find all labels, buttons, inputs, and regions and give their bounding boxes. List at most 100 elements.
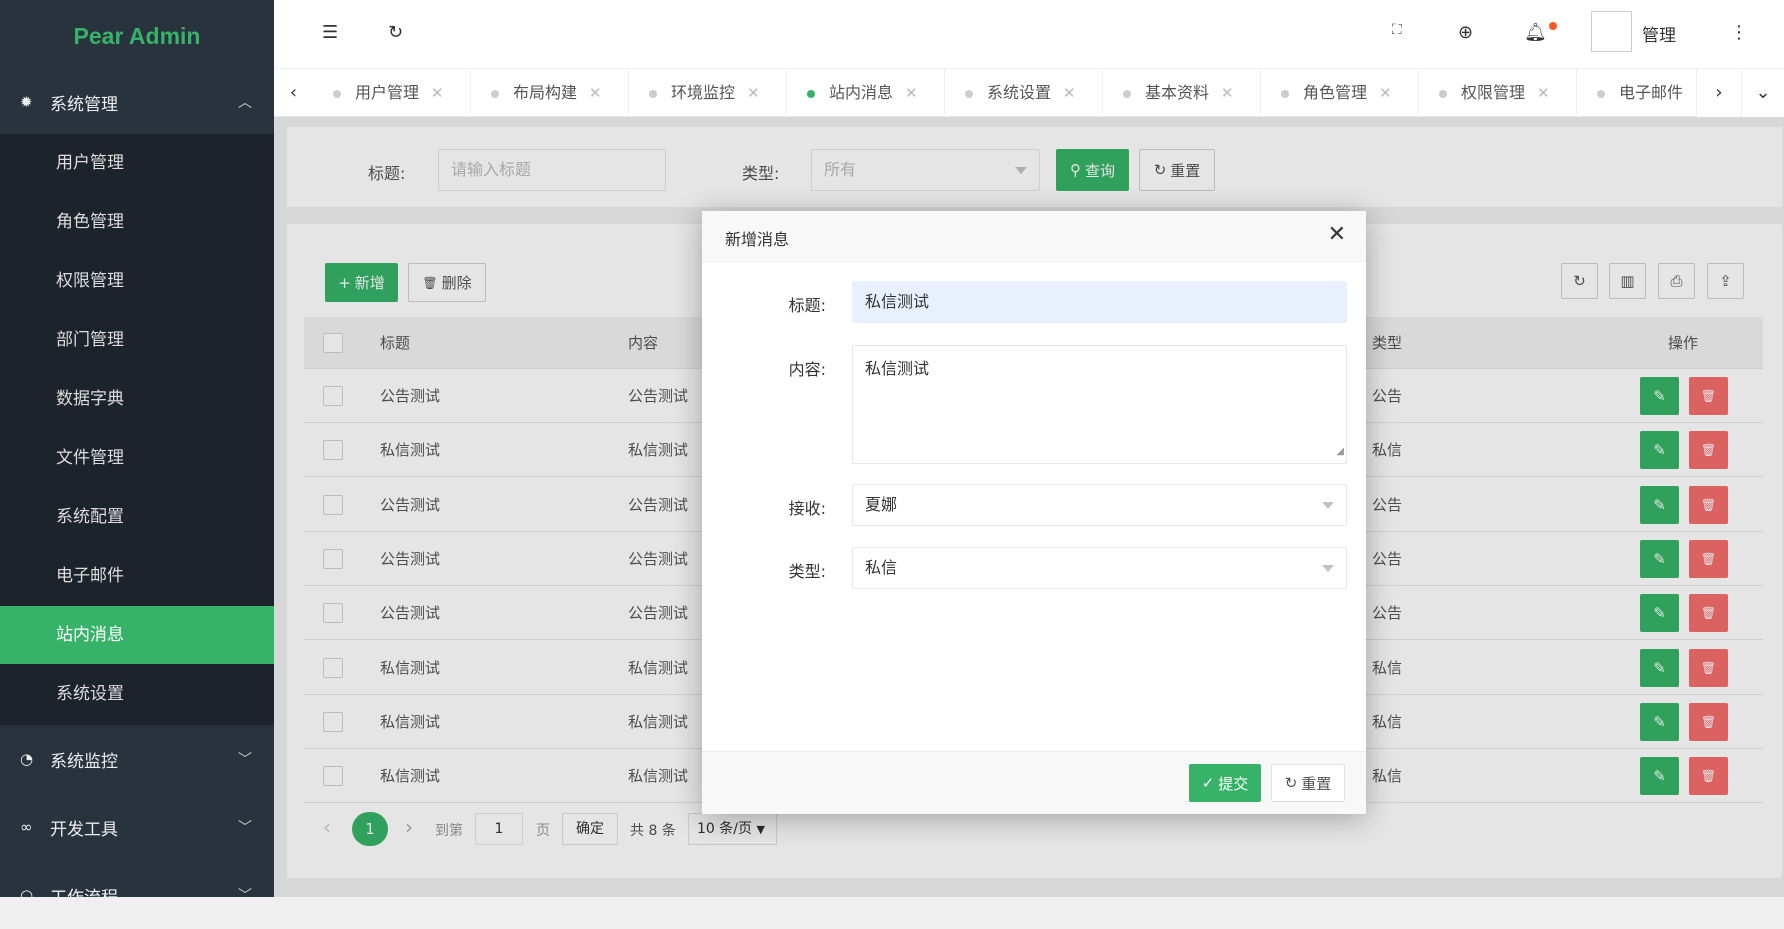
label: 提交 [1218,774,1249,793]
new-message-dialog: 新增消息 ✕ 标题: 私信测试 内容: 私信测试 ◢ 接收: 夏娜 类型: 私信 … [702,211,1366,814]
tab-scroll-left-icon[interactable]: ‹ [274,69,313,117]
sidebar-group-system[interactable]: ✹ 系统管理 ︿ [0,68,274,136]
logo: Pear Admin [73,23,201,49]
tab-label: 布局构建 [513,83,578,102]
sidebar-item-5[interactable]: 数据字典 [0,370,274,428]
menu-collapse-icon[interactable]: ☰ [322,22,338,43]
avatar[interactable] [1591,11,1632,52]
check-icon: ✓ [1201,774,1215,792]
tab-5[interactable]: 系统设置 ✕ [945,69,1103,117]
dev-tools-icon: ∞ [20,818,33,836]
label: 重置 [1301,774,1332,793]
tab-label: 环境监控 [671,83,736,102]
select-value: 夏娜 [865,495,898,514]
tab-label: 权限管理 [1461,83,1526,102]
tab-status-dot [807,89,815,98]
sidebar-group-dev[interactable]: ∞ 开发工具 ﹀ [0,793,274,861]
input-value: 私信测试 [865,292,930,311]
submit-button[interactable]: ✓ 提交 [1189,764,1261,802]
tab-status-dot [649,89,657,98]
top-header: ☰ ↻ ⛶ ⊕ 🔔︎ 管理 ⋮ [274,0,1784,68]
tab-6[interactable]: 基本资料 ✕ [1103,69,1261,117]
dashboard-icon: ◔ [20,750,34,768]
refresh-icon: ↻ [1284,774,1298,792]
chevron-up-icon: ︿ [238,95,252,111]
sidebar-item-7[interactable]: 系统配置 [0,488,274,546]
tab-7[interactable]: 角色管理 ✕ [1261,69,1419,117]
receiver-select[interactable]: 夏娜 [852,484,1347,526]
more-icon[interactable]: ⋮ [1730,22,1748,43]
dialog-title: 新增消息 [725,230,790,249]
chevron-down-icon: ﹀ [238,888,252,904]
tab-label: 基本资料 [1145,83,1210,102]
textarea-value: 私信测试 [865,359,930,378]
receiver-label: 接收: [788,499,826,518]
type-select[interactable]: 私信 [852,547,1347,589]
tab-close-icon[interactable]: ✕ [747,84,760,102]
tab-status-dot [1439,89,1447,98]
title-label: 标题: [788,296,826,315]
sidebar-item-6[interactable]: 文件管理 [0,429,274,487]
sidebar-group-flow[interactable]: ○ 工作流程 ﹀ [0,861,274,929]
tab-close-icon[interactable]: ✕ [589,84,602,102]
tab-close-icon[interactable]: ✕ [431,84,444,102]
tab-status-dot [965,89,973,98]
tab-close-icon[interactable]: ✕ [1537,84,1550,102]
tab-4[interactable]: 站内消息 ✕ [787,69,945,117]
sidebar-group-label: 开发工具 [50,819,118,840]
sidebar-item-9[interactable]: 站内消息 [0,606,274,664]
sidebar-item-1[interactable]: 用户管理 [0,134,274,192]
sidebar-item-8[interactable]: 电子邮件 [0,547,274,605]
sidebar: Pear Admin ✹ 系统管理 ︿ 用户管理 角色管理 权限管理 部门管理 数据字典… [0,0,274,908]
sidebar-group-label: 系统监控 [50,751,118,772]
tab-label: 电子邮件 [1619,83,1684,102]
select-value: 私信 [865,558,898,577]
tab-bar: ‹ 用户管理 ✕ 布局构建 ✕ 环境监控 ✕ 站内消息 ✕ 系统设置 ✕ 基本资料 ✕ 角色管理 ✕ 权限管… [274,68,1784,117]
tab-status-dot [1123,89,1131,98]
globe-icon[interactable]: ⊕ [1458,22,1473,43]
tab-1[interactable]: 用户管理 ✕ [313,69,471,117]
close-icon[interactable]: ✕ [1328,222,1346,247]
fullscreen-icon[interactable]: ⛶ [1392,22,1402,38]
tab-label: 角色管理 [1303,83,1368,102]
title-input[interactable]: 私信测试 [852,281,1347,323]
workflow-icon: ○ [20,886,34,904]
bell-icon[interactable]: 🔔︎ [1524,22,1547,43]
tab-close-icon[interactable]: ✕ [905,84,918,102]
tab-close-icon[interactable]: ✕ [1221,84,1234,102]
content-label: 内容: [788,360,826,379]
user-name[interactable]: 管理 [1642,21,1676,46]
tab-2[interactable]: 布局构建 ✕ [471,69,629,117]
tab-close-icon[interactable]: ✕ [1063,84,1076,102]
refresh-icon[interactable]: ↻ [388,22,403,43]
resize-handle-icon[interactable]: ◢ [1336,441,1344,463]
sidebar-item-4[interactable]: 部门管理 [0,311,274,369]
dialog-header: 新增消息 ✕ [702,211,1366,262]
tab-label: 系统设置 [987,83,1052,102]
sidebar-item-2[interactable]: 角色管理 [0,193,274,251]
dialog-footer [702,751,1366,814]
caret-down-icon [1322,565,1334,572]
sidebar-item-3[interactable]: 权限管理 [0,252,274,310]
tab-close-icon[interactable]: ✕ [1379,84,1392,102]
sidebar-submenu: 用户管理 角色管理 权限管理 部门管理 数据字典 文件管理 系统配置 电子邮件 站内消息 系统设置 [0,134,274,725]
tab-scroll-right-icon[interactable]: › [1696,69,1741,117]
form-reset-button[interactable]: ↻ 重置 [1271,764,1345,802]
tab-status-dot [1597,89,1605,98]
type-label: 类型: [788,562,826,581]
tab-label: 站内消息 [829,83,894,102]
sidebar-group-monitor[interactable]: ◔ 系统监控 ﹀ [0,725,274,793]
tab-8[interactable]: 权限管理 ✕ [1419,69,1577,117]
tab-status-dot [491,89,499,98]
tab-3[interactable]: 环境监控 ✕ [629,69,787,117]
notification-dot [1549,22,1557,30]
caret-down-icon [1322,502,1334,509]
tab-status-dot [1281,89,1289,98]
tab-menu-chevron-down-icon[interactable]: ⌄ [1741,69,1784,117]
sidebar-group-label: 工作流程 [50,887,118,908]
sidebar-item-10[interactable]: 系统设置 [0,665,274,723]
gear-icon: ✹ [20,93,33,111]
content-textarea[interactable]: 私信测试 ◢ [852,345,1347,464]
chevron-down-icon: ﹀ [238,752,252,768]
sidebar-group-label: 系统管理 [50,94,118,115]
